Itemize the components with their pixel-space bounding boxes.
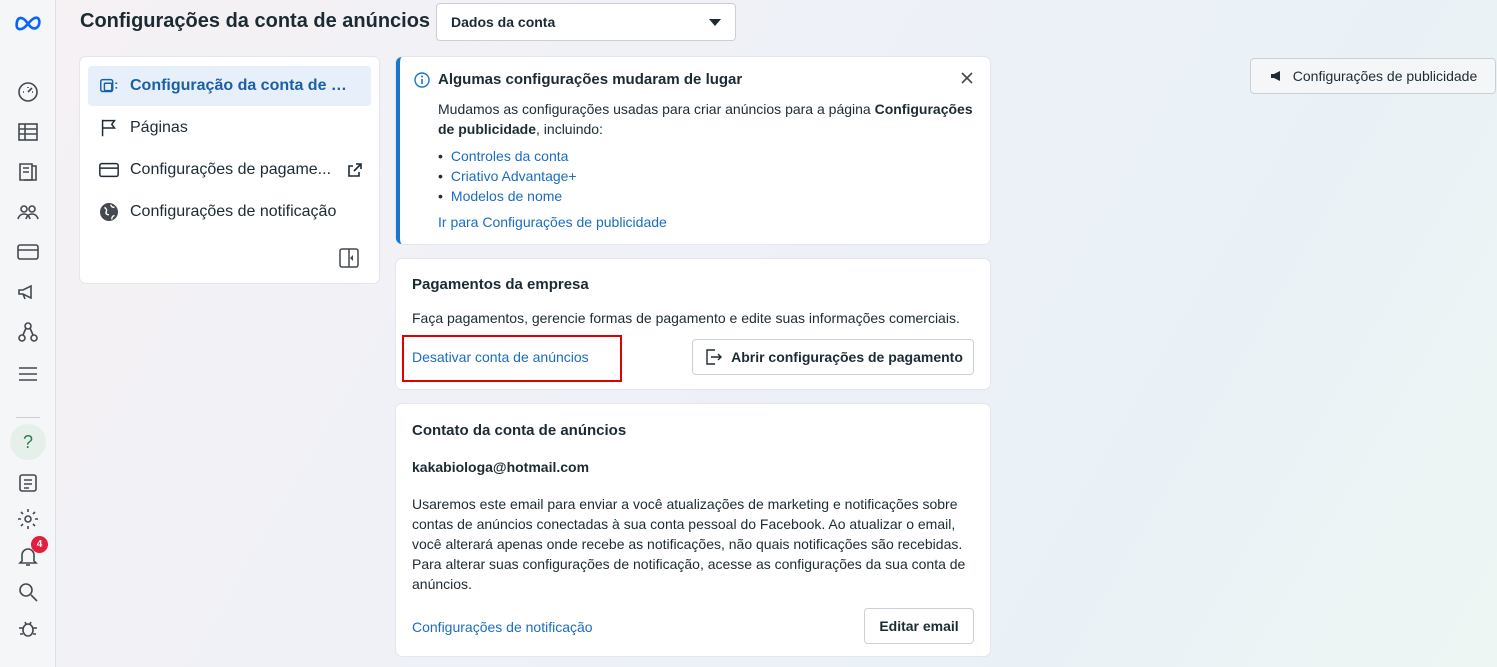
payments-title: Pagamentos da empresa bbox=[412, 276, 589, 293]
nav-item-label: Configurações de notificação bbox=[130, 203, 337, 220]
megaphone-icon bbox=[1270, 71, 1280, 81]
account-select-value: Dados da conta bbox=[451, 14, 556, 30]
megaphone-icon[interactable] bbox=[14, 278, 42, 306]
collapse-panel-icon[interactable] bbox=[338, 247, 360, 269]
flag-icon bbox=[101, 119, 116, 137]
audience-icon[interactable] bbox=[14, 198, 42, 226]
open-payment-settings-button[interactable]: Abrir configurações de pagamento bbox=[692, 339, 974, 375]
edit-email-button[interactable]: Editar email bbox=[864, 608, 974, 644]
left-rail: ? 4 bbox=[0, 0, 56, 667]
gear-icon[interactable] bbox=[14, 505, 42, 533]
nav-item-label: Configurações de pagame... bbox=[130, 161, 332, 178]
credit-card-icon[interactable] bbox=[14, 238, 42, 266]
nav-item-pages[interactable]: Páginas bbox=[88, 108, 371, 148]
ad-settings-button-label: Configurações de publicidade bbox=[1292, 68, 1478, 84]
caret-down-icon bbox=[709, 18, 721, 26]
search-icon[interactable] bbox=[14, 578, 42, 606]
contact-email: kakabiologa@hotmail.com bbox=[412, 459, 590, 475]
nav-item-payment-settings[interactable]: Configurações de pagame... bbox=[88, 150, 371, 190]
advantage-creative-link[interactable]: Criativo Advantage+ bbox=[451, 168, 577, 184]
notification-settings-link[interactable]: Configurações de notificação bbox=[412, 619, 593, 635]
business-payments-card: Pagamentos da empresa Faça pagamentos, g… bbox=[396, 259, 990, 389]
rail-divider bbox=[16, 417, 40, 418]
notice-body: Mudamos as configurações usadas para cri… bbox=[438, 99, 983, 139]
nav-item-label: Páginas bbox=[130, 119, 188, 136]
contact-title: Contato da conta de anúncios bbox=[412, 422, 627, 439]
bug-icon[interactable] bbox=[14, 614, 42, 642]
list-item: Criativo Advantage+ bbox=[438, 166, 577, 186]
menu-icon[interactable] bbox=[14, 360, 42, 388]
ad-account-contact-card: Contato da conta de anúncios kakabiologa… bbox=[396, 404, 990, 656]
exit-arrow-icon bbox=[706, 349, 723, 365]
close-icon[interactable] bbox=[958, 69, 976, 87]
notice-body-text: Mudamos as configurações usadas para cri… bbox=[438, 101, 875, 117]
nav-item-notification-settings[interactable]: Configurações de notificação bbox=[88, 192, 371, 232]
meta-logo-icon[interactable] bbox=[14, 8, 42, 36]
ad-settings-button[interactable]: Configurações de publicidade bbox=[1250, 58, 1496, 94]
go-to-ad-settings-link[interactable]: Ir para Configurações de publicidade bbox=[438, 214, 667, 230]
list-item: Modelos de nome bbox=[438, 186, 577, 206]
contact-description: Usaremos este email para enviar a você a… bbox=[412, 496, 966, 592]
page-title: Configurações da conta de anúncios bbox=[80, 10, 431, 32]
globe-icon bbox=[100, 203, 118, 221]
deactivate-ad-account-link[interactable]: Desativar conta de anúncios bbox=[412, 349, 589, 365]
info-icon bbox=[414, 72, 430, 88]
list-item: Controles da conta bbox=[438, 146, 577, 166]
open-payment-settings-label: Abrir configurações de pagamento bbox=[731, 349, 963, 365]
network-icon[interactable] bbox=[14, 318, 42, 346]
credit-card-icon bbox=[99, 162, 119, 178]
bell-icon[interactable]: 4 bbox=[14, 536, 48, 570]
account-controls-link[interactable]: Controles da conta bbox=[451, 148, 569, 164]
nav-item-label: Configuração da conta de a... bbox=[130, 77, 350, 94]
notice-title: Algumas configurações mudaram de lugar bbox=[438, 71, 743, 88]
dashboard-gauge-icon[interactable] bbox=[14, 78, 42, 106]
table-icon[interactable] bbox=[14, 118, 42, 146]
account-select[interactable]: Dados da conta bbox=[436, 3, 736, 41]
name-templates-link[interactable]: Modelos de nome bbox=[451, 188, 562, 204]
payments-description: Faça pagamentos, gerencie formas de paga… bbox=[412, 310, 960, 326]
settings-moved-notice: Algumas configurações mudaram de lugar M… bbox=[396, 57, 990, 244]
ad-account-icon bbox=[100, 78, 118, 93]
book-icon[interactable] bbox=[14, 158, 42, 186]
moved-settings-list: Controles da conta Criativo Advantage+ M… bbox=[438, 146, 577, 206]
settings-nav: Configuração da conta de a... Páginas Co… bbox=[80, 57, 379, 283]
notification-badge: 4 bbox=[31, 536, 48, 553]
edit-email-label: Editar email bbox=[879, 618, 959, 634]
nav-item-ad-account-settings[interactable]: Configuração da conta de a... bbox=[88, 66, 371, 106]
external-link-icon bbox=[348, 163, 362, 177]
news-icon[interactable] bbox=[14, 469, 42, 497]
help-icon[interactable]: ? bbox=[10, 424, 46, 460]
notice-body-text-end: , incluindo: bbox=[536, 121, 603, 137]
